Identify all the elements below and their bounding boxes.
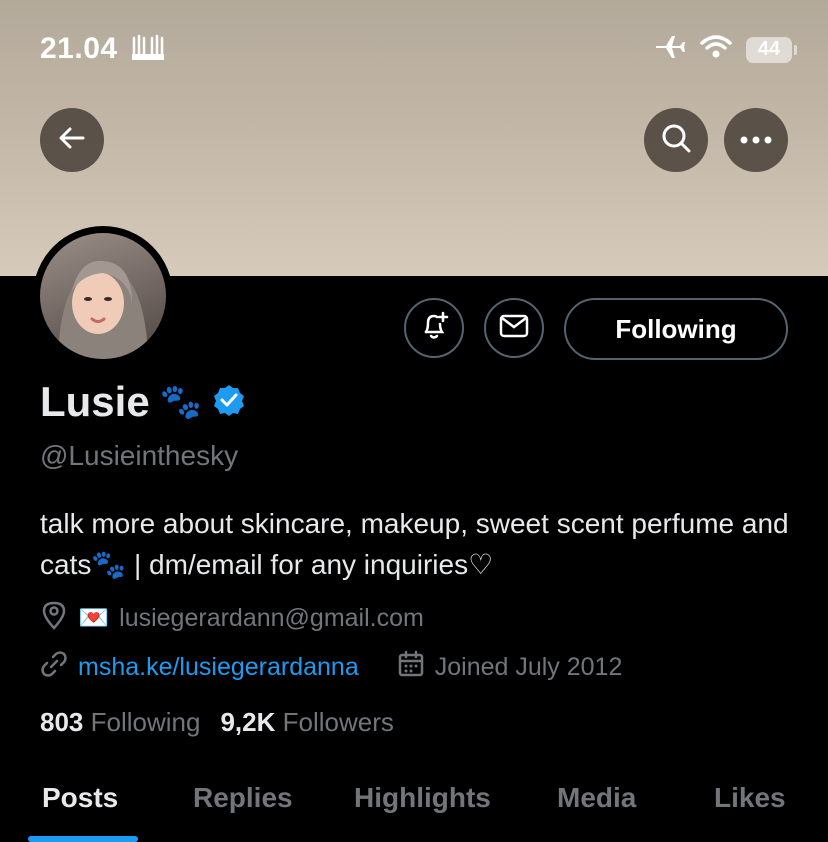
back-button[interactable]: [40, 108, 104, 172]
paw-emoji: 🐾: [159, 383, 203, 421]
location-icon: [40, 600, 68, 637]
profile-handle: @Lusieinthesky: [40, 440, 239, 471]
following-button[interactable]: Following: [564, 298, 788, 360]
bell-plus-icon: [418, 310, 450, 347]
battery-level: 44: [757, 38, 781, 60]
followers-stat[interactable]: 9,2K Followers: [220, 707, 393, 738]
profile-tabs: Posts Replies Highlights Media Likes: [0, 770, 828, 842]
location-text: lusiegerardann@gmail.com: [119, 604, 424, 632]
website-link[interactable]: msha.ke/lusiegerardanna: [78, 653, 359, 682]
tab-replies[interactable]: Replies: [193, 782, 293, 814]
status-time: 21.04: [40, 32, 118, 65]
following-count: 803: [40, 707, 84, 737]
message-button[interactable]: [484, 298, 544, 358]
verified-icon[interactable]: [212, 383, 246, 422]
love-letter-emoji: 💌: [78, 604, 110, 632]
search-icon: [660, 122, 692, 159]
profile-name: Lusie: [40, 378, 150, 425]
status-bar: 21.04 44: [0, 0, 828, 100]
joined-date: Joined July 2012: [434, 653, 623, 681]
following-label: Following: [90, 707, 201, 737]
avatar[interactable]: [33, 226, 173, 366]
sign-language-icon: [130, 34, 166, 69]
tab-media[interactable]: Media: [557, 782, 636, 814]
profile-bio: talk more about skincare, makeup, sweet …: [40, 508, 789, 580]
tab-highlights[interactable]: Highlights: [354, 782, 491, 814]
search-button[interactable]: [644, 108, 708, 172]
status-icons: 44: [654, 34, 797, 65]
link-icon: [40, 650, 68, 685]
links-row: msha.ke/lusiegerardanna Joined July 2012: [40, 650, 622, 685]
wifi-icon: [700, 35, 732, 64]
active-tab-indicator: [28, 836, 138, 842]
more-icon: [740, 131, 772, 149]
airplane-icon: [654, 34, 686, 65]
following-stat[interactable]: 803 Following: [40, 707, 200, 738]
mail-icon: [498, 313, 530, 344]
profile-name-row: Lusie 🐾: [40, 378, 246, 426]
followers-label: Followers: [282, 707, 394, 737]
tab-posts[interactable]: Posts: [42, 782, 118, 814]
location-row: 💌 lusiegerardann@gmail.com: [40, 600, 424, 637]
more-button[interactable]: [724, 108, 788, 172]
calendar-icon: [397, 650, 425, 685]
back-arrow-icon: [57, 123, 87, 158]
tab-likes[interactable]: Likes: [714, 782, 786, 814]
followers-count: 9,2K: [220, 707, 276, 737]
avatar-image: [40, 233, 166, 359]
battery-indicator: 44: [746, 36, 797, 63]
follow-stats: 803 Following 9,2K Followers: [40, 707, 394, 738]
notifications-button[interactable]: [404, 298, 464, 358]
